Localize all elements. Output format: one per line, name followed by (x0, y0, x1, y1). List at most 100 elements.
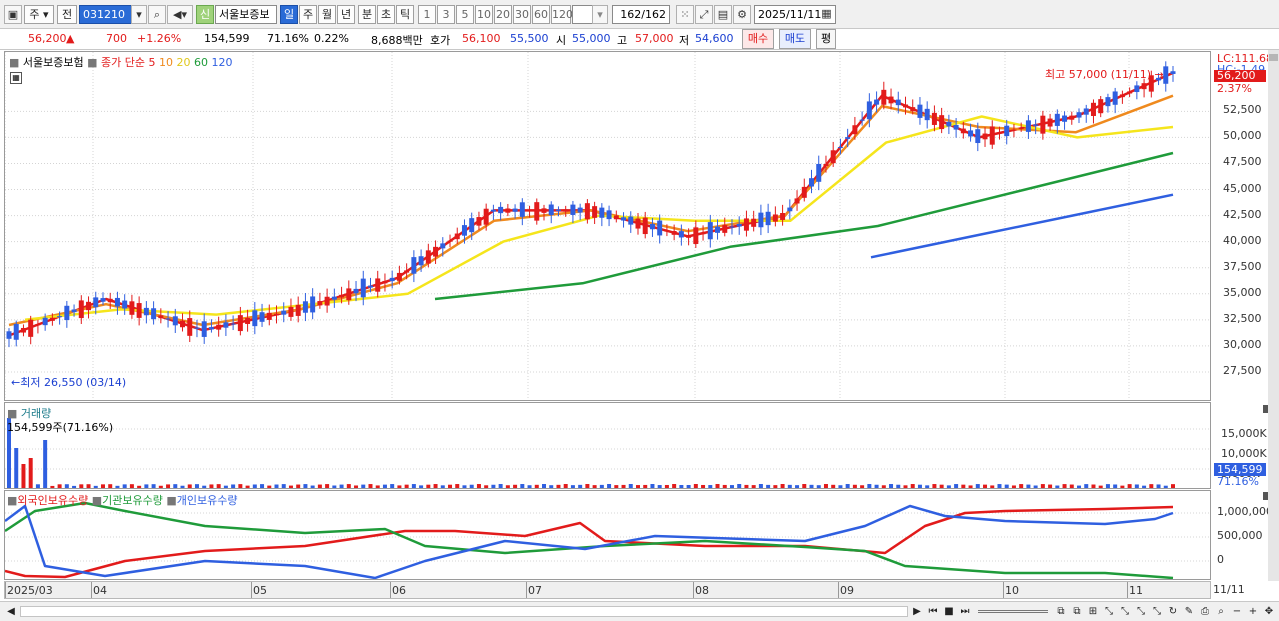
draw-icon[interactable]: ✎ (1182, 604, 1196, 619)
crosshair-icon[interactable]: ⤡ (1134, 604, 1148, 619)
period-minute[interactable]: 분 (358, 5, 376, 24)
interval-30[interactable]: 30 (513, 5, 531, 24)
sell-button[interactable]: 매도 (779, 29, 811, 49)
candle-body (946, 121, 952, 127)
candle-body (122, 300, 128, 309)
tool-icon[interactable]: ⊞ (1086, 604, 1100, 619)
volume-bar (751, 485, 756, 488)
speaker-icon[interactable]: ◀▾ (167, 5, 193, 24)
volume-pane[interactable]: ■ 거래량 154,599주(71.16%) (4, 402, 1211, 489)
period-month[interactable]: 월 (318, 5, 336, 24)
eval-button[interactable]: 평 (816, 29, 836, 49)
candle-body (541, 208, 547, 213)
crosshair-icon[interactable]: ⤡ (1118, 604, 1132, 619)
refresh-icon[interactable]: ↻ (1166, 604, 1180, 619)
interval-10[interactable]: 10 (475, 5, 493, 24)
scroll-thumb[interactable] (1269, 54, 1278, 61)
interval-120[interactable]: 120 (551, 5, 573, 24)
candle-body (563, 209, 569, 212)
date-label: 10 (1005, 584, 1019, 597)
interval-60[interactable]: 60 (532, 5, 550, 24)
volume-bar (693, 484, 698, 488)
volume-bar (758, 484, 763, 488)
dropdown-arrow-icon[interactable]: ▾ (131, 5, 147, 24)
volume-bar (1113, 484, 1118, 488)
individual-holdings-line (5, 504, 1174, 579)
period-tick[interactable]: 틱 (396, 5, 414, 24)
zoom-out-icon[interactable]: − (1230, 604, 1244, 619)
candle-body (794, 198, 800, 204)
print-icon[interactable]: ⎙ (1198, 604, 1212, 619)
candle-body (339, 294, 345, 298)
table-icon[interactable]: ▦ (10, 72, 22, 84)
magnify-icon[interactable]: ⌕ (1214, 604, 1228, 619)
candle-body (780, 213, 786, 220)
candle-body (360, 278, 366, 298)
crosshair-icon[interactable]: ⤡ (1102, 604, 1116, 619)
candle-body (266, 312, 272, 320)
volume-bar (50, 485, 55, 488)
interval-1[interactable]: 1 (418, 5, 436, 24)
scroll-left-icon[interactable]: ◀ (4, 604, 18, 619)
date-axis-right-label: 11/11 (1213, 583, 1245, 596)
crosshair-icon[interactable]: ⤡ (1150, 604, 1164, 619)
stock-name-field[interactable]: 서울보증보 (215, 5, 277, 24)
volume-bar (93, 485, 98, 488)
copy-icon[interactable]: ⧉ (1070, 604, 1084, 619)
prev-button[interactable]: 전 (57, 5, 77, 24)
date-axis: 2025/03 04 05 06 07 08 09 10 11 (4, 581, 1211, 599)
zoom-in-icon[interactable]: + (1246, 604, 1260, 619)
interval-5[interactable]: 5 (456, 5, 474, 24)
period-year[interactable]: 년 (337, 5, 355, 24)
count-field[interactable]: 162/162 (612, 5, 670, 24)
vertical-scrollbar[interactable] (1268, 50, 1279, 581)
scroll-right-icon[interactable]: ▶ (910, 604, 924, 619)
draw-tool-icon[interactable]: ⤢ (695, 5, 713, 24)
volume-bar (1084, 484, 1089, 488)
copy-icon[interactable]: ⧉ (1054, 604, 1068, 619)
layout-icon[interactable]: ▣ (4, 5, 22, 24)
candle-body (686, 235, 692, 238)
holdings-pane[interactable]: ■외국인보유수량 ■기관보유수량 ■개인보유수량 (4, 490, 1211, 580)
candle-body (881, 89, 887, 105)
candle-body (274, 313, 280, 316)
interval-20[interactable]: 20 (494, 5, 512, 24)
period-second[interactable]: 초 (377, 5, 395, 24)
price-y-tick: 52,500 (1223, 103, 1262, 117)
low-note: ←최저 26,550 (03/14) (11, 376, 127, 389)
candle-body (729, 226, 735, 228)
horizontal-scrollbar[interactable] (20, 606, 908, 617)
volume-bar (476, 484, 481, 488)
interval-3[interactable]: 3 (437, 5, 455, 24)
interval-dropdown-icon[interactable]: ▾ (592, 5, 608, 24)
volume-bar (267, 485, 272, 488)
volume-bar (433, 484, 438, 488)
candle-body (606, 210, 612, 220)
search-icon[interactable]: ⌕ (148, 5, 166, 24)
candle-body (194, 327, 200, 329)
candle-body (642, 217, 648, 235)
candle-body (13, 323, 19, 340)
stop-icon[interactable]: ■ (942, 604, 956, 619)
price-pane[interactable]: ■ 서울보증보험 ■ 종가 단순 5 10 20 60 120 ▦ 최고 57,… (4, 51, 1211, 401)
calendar-icon[interactable]: ▦ (818, 5, 835, 24)
period-day[interactable]: 일 (280, 5, 298, 24)
candle-body (86, 301, 92, 311)
last-icon[interactable]: ⏭ (958, 604, 972, 619)
volume-bar (722, 484, 727, 488)
grid-icon[interactable]: ⁙ (676, 5, 694, 24)
buy-button[interactable]: 매수 (742, 29, 774, 49)
volume-bar (354, 485, 359, 488)
gear-icon[interactable]: ⚙ (733, 5, 751, 24)
save-icon[interactable]: ▤ (714, 5, 732, 24)
volume-bar (802, 484, 807, 488)
first-icon[interactable]: ⏮ (926, 604, 940, 619)
candle-body (411, 257, 417, 274)
volume-bar (1026, 484, 1031, 488)
zoom-slider[interactable] (978, 610, 1048, 613)
fullscreen-icon[interactable]: ✥ (1262, 604, 1276, 619)
legend-ma-10: 10 (159, 56, 174, 69)
market-type-select[interactable]: 주 ▾ (24, 5, 54, 24)
period-week[interactable]: 주 (299, 5, 317, 24)
date-tick (1003, 582, 1004, 598)
